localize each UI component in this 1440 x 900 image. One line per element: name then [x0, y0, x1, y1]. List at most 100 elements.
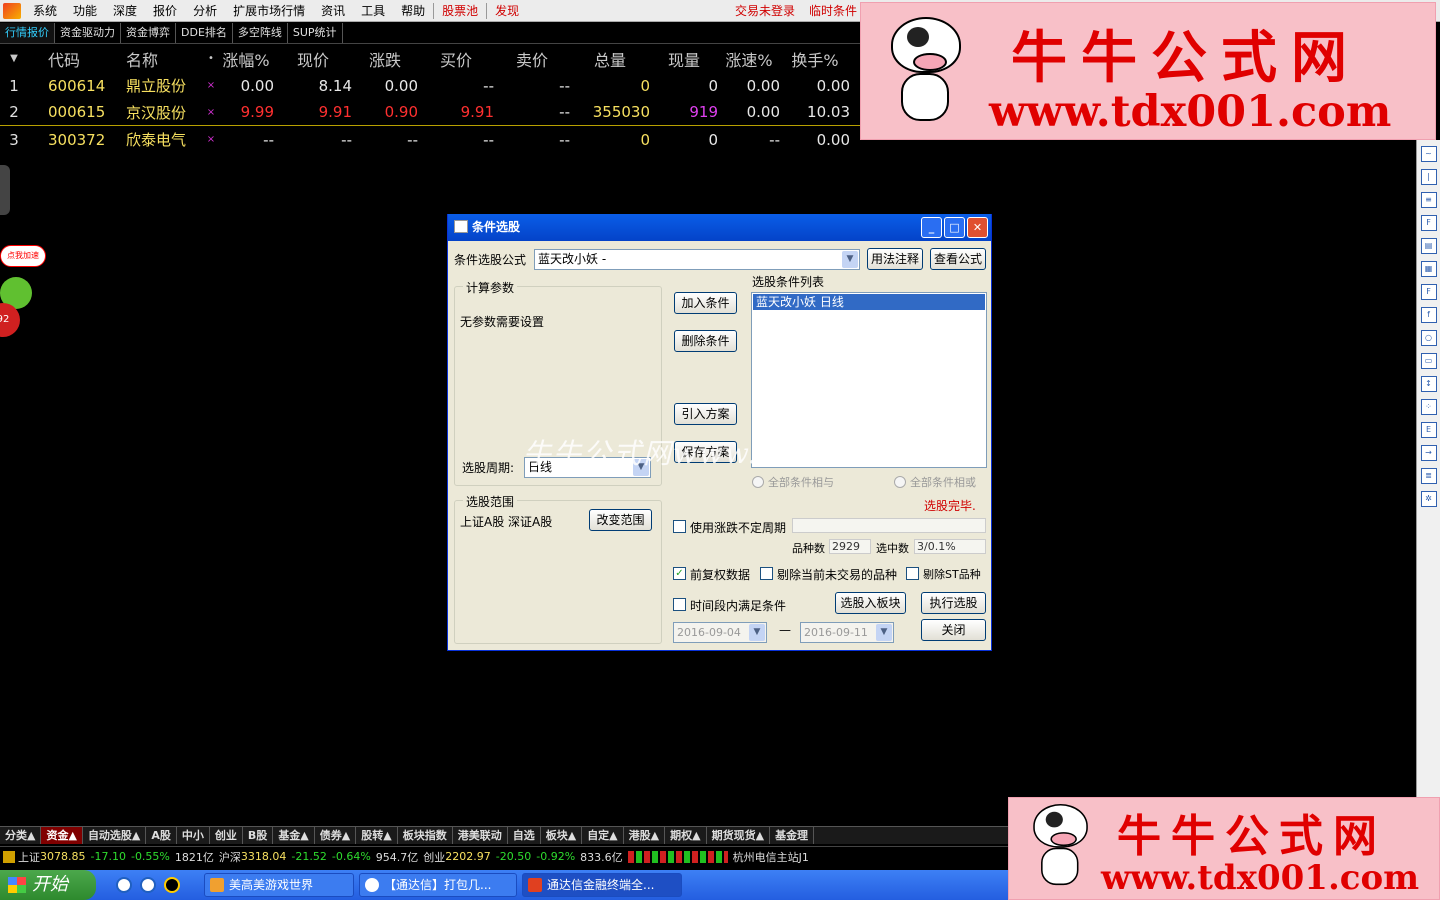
server-station[interactable]: 杭州电信主站J1 — [733, 849, 809, 865]
btab-a-share[interactable]: A股 — [146, 827, 177, 844]
dialog-title-bar[interactable]: 条件选股 _ □ ✕ — [448, 214, 991, 241]
btab-funds[interactable]: 基金▲ — [273, 827, 315, 844]
chevron-down-icon[interactable]: ▼ — [749, 624, 765, 641]
temp-condition[interactable]: 临时条件 — [809, 0, 857, 22]
ie-icon[interactable] — [116, 877, 132, 893]
btab-category[interactable]: 分类▲ — [0, 827, 42, 844]
task-game-world[interactable]: 美高美游戏世界 — [204, 873, 354, 897]
period-field[interactable] — [792, 518, 986, 533]
btab-sme[interactable]: 中小 — [177, 827, 210, 844]
execute-select-button[interactable]: 执行选股 — [921, 592, 986, 614]
maximize-icon[interactable]: □ — [944, 217, 965, 238]
close-button[interactable]: 关闭 — [921, 619, 986, 641]
menu-discover[interactable]: 发现 — [487, 0, 527, 22]
task-tdx-pack[interactable]: 【通达信】打包几... — [359, 873, 517, 897]
menu-stock-pool[interactable]: 股票池 — [434, 0, 486, 22]
fq-checkbox[interactable]: ✓ — [673, 567, 686, 580]
radio-all-and[interactable] — [752, 476, 764, 488]
date-to-select[interactable]: 2016-09-11 ▼ — [800, 622, 894, 643]
btab-sector[interactable]: 板块▲ — [541, 827, 583, 844]
exclude-st-checkbox[interactable] — [906, 567, 919, 580]
qq-icon[interactable] — [164, 877, 180, 893]
btab-b-share[interactable]: B股 — [243, 827, 274, 844]
export-icon[interactable]: → — [1420, 445, 1437, 461]
menu-system[interactable]: 系统 — [25, 0, 65, 22]
use-period-checkbox[interactable] — [673, 520, 686, 533]
btab-watchlist[interactable]: 自选 — [508, 827, 541, 844]
formula-icon[interactable]: f — [1420, 307, 1437, 323]
calendar-icon[interactable]: ▦ — [1420, 261, 1437, 277]
column-menu-icon[interactable]: ▼ — [0, 53, 28, 64]
dice-icon[interactable]: ⁘ — [1420, 399, 1437, 415]
close-icon[interactable]: ✕ — [967, 217, 988, 238]
chevron-down-icon[interactable]: ▼ — [842, 251, 858, 268]
tab-fund-game[interactable]: 资金博弈 — [121, 23, 176, 43]
col-ask[interactable]: 卖价 — [494, 47, 570, 71]
menu-function[interactable]: 功能 — [65, 0, 105, 22]
task-tdx-terminal[interactable]: 通达信金融终端全... — [522, 873, 682, 897]
menu-ext-market[interactable]: 扩展市场行情 — [225, 0, 313, 22]
to-block-button[interactable]: 选股入板块 — [835, 592, 906, 614]
menu-analysis[interactable]: 分析 — [185, 0, 225, 22]
btab-neeq[interactable]: 股转▲ — [356, 827, 398, 844]
col-cur-volume[interactable]: 现量 — [650, 47, 718, 71]
btab-bonds[interactable]: 债券▲ — [315, 827, 357, 844]
menu-news[interactable]: 资讯 — [313, 0, 353, 22]
btab-fund[interactable]: 资金▲ — [41, 827, 83, 844]
menu-depth[interactable]: 深度 — [105, 0, 145, 22]
usage-button[interactable]: 用法注释 — [867, 248, 923, 270]
col-pct[interactable]: 涨幅% — [218, 47, 274, 71]
radio-all-or[interactable] — [894, 476, 906, 488]
stack-icon[interactable]: ≣ — [1420, 468, 1437, 484]
btab-gem[interactable]: 创业 — [210, 827, 243, 844]
change-range-button[interactable]: 改变范围 — [589, 509, 652, 531]
list-item[interactable]: 蓝天改小妖 日线 — [753, 294, 985, 310]
btab-custom[interactable]: 自定▲ — [582, 827, 624, 844]
browser-icon[interactable] — [140, 877, 156, 893]
time-range-checkbox[interactable] — [673, 598, 686, 611]
menu-tools[interactable]: 工具 — [353, 0, 393, 22]
tab-quotes[interactable]: 行情报价 — [0, 23, 55, 43]
btab-auto-select[interactable]: 自动选股▲ — [83, 827, 147, 844]
view-formula-button[interactable]: 查看公式 — [930, 248, 986, 270]
btab-fund-mgmt[interactable]: 基金理 — [770, 827, 815, 844]
menu-quote[interactable]: 报价 — [145, 0, 185, 22]
speed-boost-bubble[interactable]: 点我加速 — [0, 245, 46, 267]
table-row[interactable]: 1 600614 鼎立股份 × 0.00 8.14 0.00 -- -- 0 0… — [0, 72, 860, 99]
formula-select[interactable]: 蓝天改小妖 - ▼ — [534, 249, 860, 270]
add-condition-button[interactable]: 加入条件 — [674, 292, 737, 314]
table-row[interactable]: 3 300372 欣泰电气 × -- -- -- -- -- 0 0 -- 0.… — [0, 126, 860, 153]
btab-hk[interactable]: 港股▲ — [624, 827, 666, 844]
btab-futures[interactable]: 期货现货▲ — [707, 827, 771, 844]
candle-icon[interactable]: | — [1420, 169, 1437, 185]
col-change[interactable]: 涨跌 — [352, 47, 418, 71]
table-row[interactable]: 2 000615 京汉股份 × 9.99 9.91 0.90 9.91 -- 3… — [0, 99, 860, 126]
gear-icon[interactable]: ✲ — [1420, 491, 1437, 507]
col-name[interactable]: 名称 — [106, 47, 204, 71]
report-icon[interactable]: ▤ — [1420, 238, 1437, 254]
circle-icon[interactable]: ○ — [1420, 330, 1437, 346]
btab-options[interactable]: 期权▲ — [665, 827, 707, 844]
delete-condition-button[interactable]: 删除条件 — [674, 330, 737, 352]
f10-icon[interactable]: F — [1420, 215, 1437, 231]
col-price[interactable]: 现价 — [274, 47, 352, 71]
tab-fund-drive[interactable]: 资金驱动力 — [55, 23, 121, 43]
menu-help[interactable]: 帮助 — [393, 0, 433, 22]
date-from-select[interactable]: 2016-09-04 ▼ — [673, 622, 767, 643]
f12-icon[interactable]: F — [1420, 284, 1437, 300]
line-chart-icon[interactable]: ~ — [1420, 146, 1437, 162]
minimize-icon[interactable]: _ — [921, 217, 942, 238]
tab-dde-rank[interactable]: DDE排名 — [176, 23, 233, 43]
exclude-untraded-checkbox[interactable] — [760, 567, 773, 580]
col-code[interactable]: 代码 — [28, 47, 106, 71]
chevron-down-icon[interactable]: ▼ — [876, 624, 892, 641]
folder-icon[interactable]: ▭ — [1420, 353, 1437, 369]
tab-sup-stats[interactable]: SUP统计 — [288, 23, 343, 43]
sort-icon[interactable]: ↕ — [1420, 376, 1437, 392]
btab-sector-index[interactable]: 板块指数 — [398, 827, 453, 844]
etf-icon[interactable]: E — [1420, 422, 1437, 438]
col-turnover[interactable]: 换手% — [780, 47, 850, 71]
list-icon[interactable]: ≡ — [1420, 192, 1437, 208]
btab-hk-us[interactable]: 港美联动 — [453, 827, 508, 844]
left-panel-handle[interactable] — [0, 165, 10, 215]
